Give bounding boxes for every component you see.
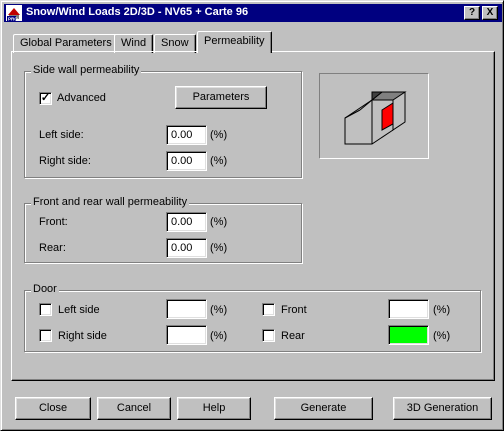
close-button[interactable]: Close bbox=[15, 397, 91, 420]
svg-text:PRO: PRO bbox=[8, 17, 18, 22]
window-title: Snow/Wind Loads 2D/3D - NV65 + Carte 96 bbox=[26, 6, 249, 18]
help-title-button[interactable]: ? bbox=[464, 6, 480, 20]
title-bar[interactable]: PRO Snow/Wind Loads 2D/3D - NV65 + Carte… bbox=[4, 4, 502, 22]
3d-generation-button[interactable]: 3D Generation bbox=[393, 397, 492, 420]
dialog-window: PRO Snow/Wind Loads 2D/3D - NV65 + Carte… bbox=[0, 0, 504, 431]
tab-panel bbox=[11, 51, 495, 381]
tab-permeability[interactable]: Permeability bbox=[197, 31, 272, 53]
cancel-button[interactable]: Cancel bbox=[97, 397, 171, 420]
help-button[interactable]: Help bbox=[177, 397, 251, 420]
close-title-button[interactable]: X bbox=[482, 6, 498, 20]
generate-button[interactable]: Generate bbox=[274, 397, 373, 420]
robot-pro-app-icon: PRO bbox=[6, 5, 22, 21]
